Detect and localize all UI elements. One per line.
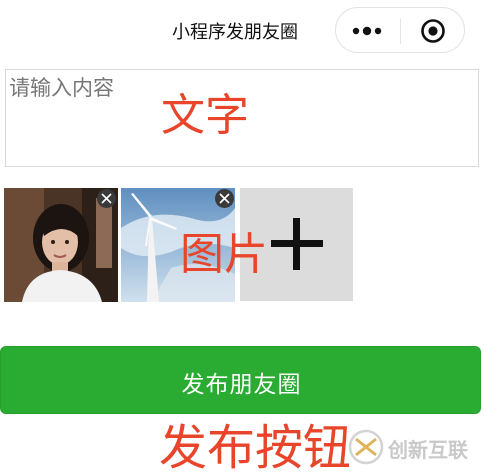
watermark-text: 创新互联 <box>388 438 468 462</box>
delete-x-icon <box>219 193 230 204</box>
target-close-icon <box>421 19 445 43</box>
delete-image-button[interactable] <box>215 189 234 208</box>
annotation-image-label: 图片 <box>180 229 268 280</box>
plus-icon <box>271 218 323 270</box>
page-title: 小程序发朋友圈 <box>172 22 298 43</box>
annotation-text-label: 文字 <box>161 90 249 141</box>
watermark: 创新互联 <box>344 425 484 469</box>
textarea-placeholder: 请输入内容 <box>9 76 114 100</box>
more-dots-icon <box>352 26 382 36</box>
navigation-bar: 小程序发朋友圈 <box>0 0 484 60</box>
delete-x-icon <box>101 193 112 204</box>
menu-capsule <box>335 7 465 53</box>
close-miniprogram-button[interactable] <box>401 8 465 54</box>
publish-button-label: 发布朋友圈 <box>181 372 302 398</box>
delete-image-button[interactable] <box>97 189 116 208</box>
watermark-logo-icon <box>348 429 384 465</box>
publish-moments-button[interactable]: 发布朋友圈 <box>0 346 481 414</box>
more-button[interactable] <box>336 8 400 54</box>
annotation-button-label: 发布按钮 <box>159 420 352 475</box>
